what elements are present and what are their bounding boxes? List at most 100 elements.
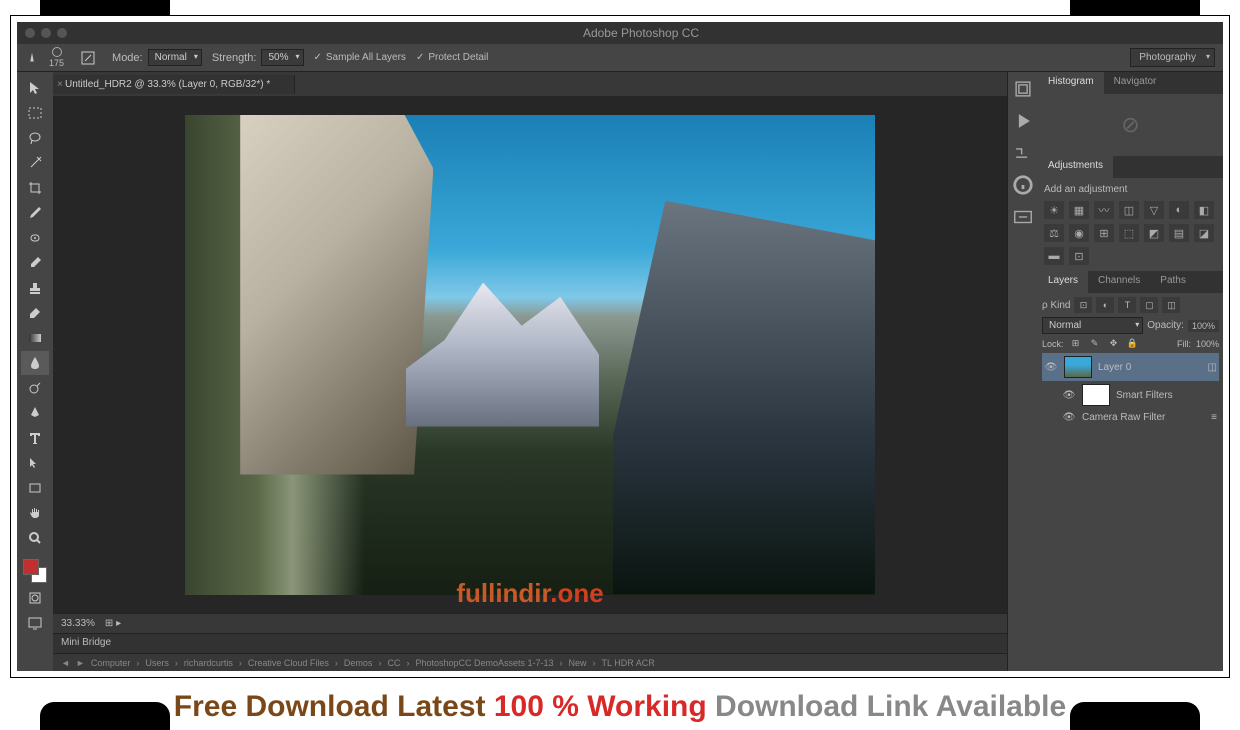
type-tool-icon[interactable] (21, 426, 49, 450)
shape-tool-icon[interactable] (21, 476, 49, 500)
visibility-icon[interactable]: 👁 (1062, 390, 1076, 401)
layer-name[interactable]: Layer 0 (1098, 362, 1202, 373)
brush-tool-icon[interactable] (21, 251, 49, 275)
brush-panel-icon[interactable] (74, 46, 102, 70)
filter-options-icon[interactable]: ≡ (1211, 412, 1217, 423)
stamp-tool-icon[interactable] (21, 276, 49, 300)
threshold-icon[interactable]: ◪ (1194, 224, 1214, 242)
curves-icon[interactable]: 〰 (1094, 201, 1114, 219)
path-tool-icon[interactable] (21, 451, 49, 475)
breadcrumb[interactable]: ◄ ► Computer› Users› richardcurtis› Crea… (53, 653, 1007, 671)
play-icon[interactable] (1012, 110, 1034, 132)
brightness-icon[interactable]: ☀ (1044, 201, 1064, 219)
brush-size-picker[interactable]: 175 (49, 47, 64, 68)
opacity-value[interactable]: 100% (1188, 320, 1219, 332)
sample-all-layers-checkbox[interactable]: Sample All Layers (314, 52, 406, 63)
mode-select[interactable]: Normal (148, 49, 202, 66)
maximize-icon[interactable] (57, 28, 67, 38)
blur-tool-icon[interactable] (21, 351, 49, 375)
window-controls[interactable] (25, 28, 67, 38)
layer-row[interactable]: 👁 Layer 0 ◫ (1042, 353, 1219, 381)
gradient-map-icon[interactable]: ▬ (1044, 247, 1064, 265)
pen-tool-icon[interactable] (21, 401, 49, 425)
eraser-tool-icon[interactable] (21, 301, 49, 325)
photoshop-window: Adobe Photoshop CC 175 Mode: Normal Stre… (17, 22, 1223, 671)
selective-icon[interactable]: ⊡ (1069, 247, 1089, 265)
marquee-tool-icon[interactable] (21, 101, 49, 125)
dodge-tool-icon[interactable] (21, 376, 49, 400)
filter-pixel-icon[interactable]: ⊡ (1074, 297, 1092, 313)
screenmode-icon[interactable] (21, 611, 49, 635)
back-icon[interactable]: ◄ (61, 658, 70, 668)
hue-icon[interactable]: ◐ (1169, 201, 1189, 219)
status-bar: 33.33% ⊞ ▸ (53, 613, 1007, 633)
visibility-icon[interactable]: 👁 (1044, 362, 1058, 373)
tab-layers[interactable]: Layers (1038, 271, 1088, 293)
vibrance-icon[interactable]: ▽ (1144, 201, 1164, 219)
tab-channels[interactable]: Channels (1088, 271, 1150, 293)
canvas[interactable]: fullindir.one (53, 96, 1007, 613)
mask-thumbnail[interactable] (1082, 384, 1110, 406)
document-tab[interactable]: × Untitled_HDR2 @ 33.3% (Layer 0, RGB/32… (53, 75, 295, 94)
tab-adjustments[interactable]: Adjustments (1038, 156, 1113, 178)
lasso-tool-icon[interactable] (21, 126, 49, 150)
info-icon[interactable] (1012, 174, 1034, 196)
gradient-tool-icon[interactable] (21, 326, 49, 350)
bw-icon[interactable]: ◧ (1194, 201, 1214, 219)
tool-preset-icon[interactable] (25, 51, 39, 65)
close-icon[interactable] (25, 28, 35, 38)
mini-bridge-tab[interactable]: Mini Bridge (53, 633, 1007, 653)
tab-paths[interactable]: Paths (1150, 271, 1196, 293)
photo-filter-icon[interactable]: ◉ (1069, 224, 1089, 242)
invert-icon[interactable]: ◩ (1144, 224, 1164, 242)
smart-filters-row[interactable]: 👁 Smart Filters (1042, 381, 1219, 409)
forward-icon[interactable]: ► (76, 658, 85, 668)
levels-icon[interactable]: ▦ (1069, 201, 1089, 219)
balance-icon[interactable]: ⚖ (1044, 224, 1064, 242)
zoom-level[interactable]: 33.33% (61, 618, 95, 629)
lock-pos-icon[interactable]: ✥ (1107, 338, 1121, 349)
mixer-icon[interactable]: ⊞ (1094, 224, 1114, 242)
adjustment-presets: ☀ ▦ 〰 ◫ ▽ ◐ ◧ ⚖ ◉ ⊞ ⬚ ◩ ▤ ◪ ▬ (1044, 201, 1217, 265)
status-icon[interactable]: ⊞ ▸ (105, 618, 121, 629)
layer-thumbnail[interactable] (1064, 356, 1092, 378)
lock-pixel-icon[interactable]: ✎ (1088, 338, 1102, 349)
kind-filter[interactable]: ρ Kind (1042, 300, 1070, 311)
filter-name[interactable]: Camera Raw Filter (1082, 412, 1205, 423)
zoom-tool-icon[interactable] (21, 526, 49, 550)
strength-select[interactable]: 50% (261, 49, 303, 66)
exposure-icon[interactable]: ◫ (1119, 201, 1139, 219)
lock-trans-icon[interactable]: ⊞ (1069, 338, 1083, 349)
filter-adj-icon[interactable]: ◐ (1096, 297, 1114, 313)
wand-tool-icon[interactable] (21, 151, 49, 175)
eyedropper-tool-icon[interactable] (21, 201, 49, 225)
healing-tool-icon[interactable] (21, 226, 49, 250)
fill-value[interactable]: 100% (1196, 339, 1219, 349)
panel-icon[interactable] (1012, 78, 1034, 100)
visibility-icon[interactable]: 👁 (1062, 412, 1076, 423)
filter-smart-icon[interactable]: ◫ (1162, 297, 1180, 313)
properties-icon[interactable] (1012, 206, 1034, 228)
workspace-switcher[interactable]: Photography (1130, 48, 1215, 67)
filter-shape-icon[interactable]: ▢ (1140, 297, 1158, 313)
app-body: × Untitled_HDR2 @ 33.3% (Layer 0, RGB/32… (17, 72, 1223, 671)
hand-tool-icon[interactable] (21, 501, 49, 525)
brush-size-value: 175 (49, 59, 64, 68)
foreground-color-swatch[interactable] (23, 559, 39, 575)
minimize-icon[interactable] (41, 28, 51, 38)
blend-mode-select[interactable]: Normal (1042, 317, 1143, 334)
color-swatches[interactable] (21, 557, 49, 585)
filter-row[interactable]: 👁 Camera Raw Filter ≡ (1042, 409, 1219, 426)
close-tab-icon[interactable]: × (57, 79, 63, 90)
filter-type-icon[interactable]: T (1118, 297, 1136, 313)
tab-navigator[interactable]: Navigator (1104, 72, 1167, 94)
posterize-icon[interactable]: ▤ (1169, 224, 1189, 242)
tab-histogram[interactable]: Histogram (1038, 72, 1104, 94)
quickmask-icon[interactable] (21, 586, 49, 610)
protect-detail-checkbox[interactable]: Protect Detail (416, 52, 488, 63)
crop-tool-icon[interactable] (21, 176, 49, 200)
lock-all-icon[interactable]: 🔒 (1126, 338, 1140, 349)
move-tool-icon[interactable] (21, 76, 49, 100)
lookup-icon[interactable]: ⬚ (1119, 224, 1139, 242)
history-icon[interactable] (1012, 142, 1034, 164)
